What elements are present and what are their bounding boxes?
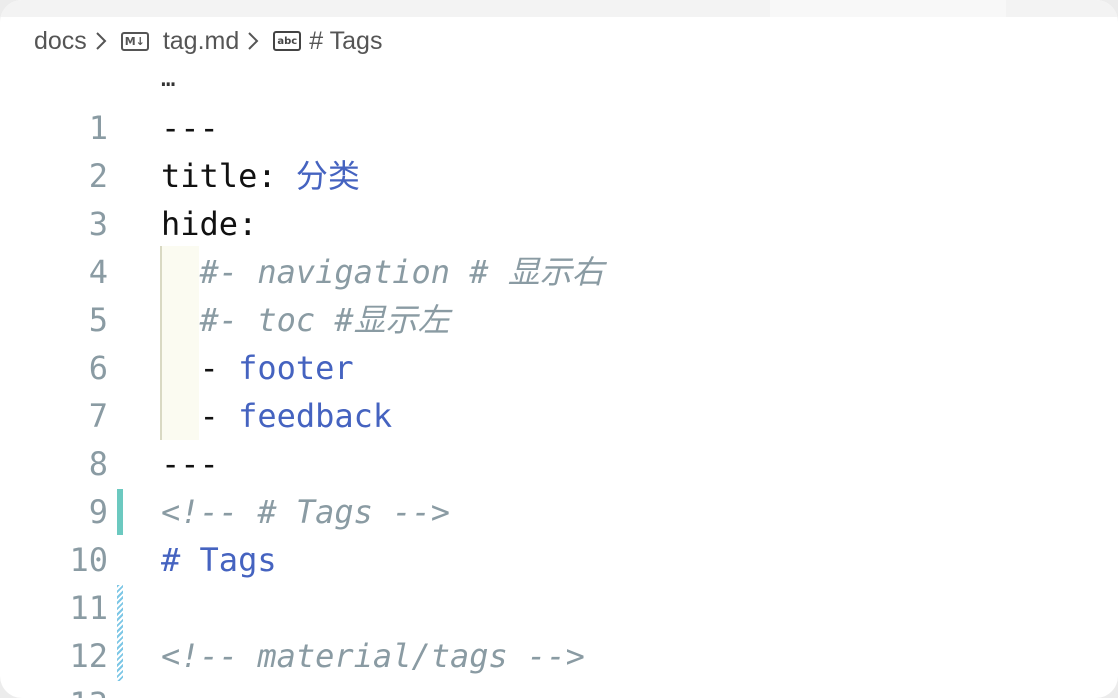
line-number: 5: [88, 301, 108, 339]
code-line[interactable]: 1 ---: [0, 104, 1118, 152]
code-token: <!-- # Tags -->: [161, 493, 450, 531]
code-token: #- toc #显示左: [161, 301, 450, 339]
code-token: # Tags: [161, 541, 277, 579]
line-content[interactable]: ---: [161, 440, 219, 488]
line-content[interactable]: #- navigation # 显示右: [161, 248, 604, 296]
code-token: ---: [161, 445, 219, 483]
code-line[interactable]: 8 ---: [0, 440, 1118, 488]
chevron-right-icon: [95, 24, 111, 58]
code-token: footer: [238, 349, 354, 387]
breadcrumb-symbol[interactable]: # Tags: [309, 27, 382, 56]
line-number: 8: [88, 445, 108, 483]
tab-strip: [0, 0, 1118, 17]
code-token: title:: [161, 157, 296, 195]
code-token: ---: [161, 109, 219, 147]
line-content[interactable]: <!-- material/tags -->: [161, 632, 585, 680]
line-number: 2: [88, 157, 108, 195]
code-line[interactable]: 12 <!-- material/tags -->: [0, 632, 1118, 680]
code-token: -: [161, 397, 239, 435]
code-token: -: [161, 349, 239, 387]
breadcrumb-file[interactable]: tag.md: [163, 27, 239, 56]
line-content[interactable]: ---: [161, 104, 219, 152]
code-token: #- navigation # 显示右: [161, 253, 604, 291]
line-content[interactable]: title: 分类: [161, 152, 360, 200]
editor-window: docs M↓ tag.md abc # Tags … 1 --- 2 title: …: [0, 0, 1118, 698]
string-symbol-icon: abc: [273, 31, 302, 51]
code-line[interactable]: 11: [0, 584, 1118, 632]
code-token: 分类: [295, 157, 360, 195]
line-content[interactable]: - footer: [161, 344, 354, 392]
code-line[interactable]: 7 - feedback: [0, 392, 1118, 440]
line-number: 6: [88, 349, 108, 387]
line-number: 9: [88, 493, 108, 531]
code-line[interactable]: 3 hide:: [0, 200, 1118, 248]
line-content[interactable]: #- toc #显示左: [161, 296, 450, 344]
line-number: 7: [88, 397, 108, 435]
code-token: <!-- material/tags -->: [161, 637, 585, 675]
line-content[interactable]: # Tags: [161, 536, 277, 584]
code-line[interactable]: 9 <!-- # Tags -->: [0, 488, 1118, 536]
line-number: 10: [69, 541, 108, 579]
line-number: 11: [69, 589, 108, 627]
line-number: 12: [69, 637, 108, 675]
code-line[interactable]: 5 #- toc #显示左: [0, 296, 1118, 344]
chevron-right-icon: [247, 24, 263, 58]
line-content[interactable]: <!-- # Tags -->: [161, 488, 450, 536]
breadcrumb-folder[interactable]: docs: [34, 27, 87, 56]
line-content[interactable]: - feedback: [161, 392, 393, 440]
code-line[interactable]: 10 # Tags: [0, 536, 1118, 584]
folded-region-marker[interactable]: …: [161, 64, 175, 92]
code-line[interactable]: 4 #- navigation # 显示右: [0, 248, 1118, 296]
code-line[interactable]: 2 title: 分类: [0, 152, 1118, 200]
line-number: 1: [88, 109, 108, 147]
code-line[interactable]: 13: [0, 680, 1118, 698]
markdown-icon: M↓: [120, 31, 149, 51]
active-tab[interactable]: [770, 0, 1006, 17]
breadcrumb: docs M↓ tag.md abc # Tags: [34, 24, 382, 58]
line-content[interactable]: hide:: [161, 200, 257, 248]
line-number: 13: [40, 680, 108, 698]
line-number: 3: [88, 205, 108, 243]
code-token: hide:: [161, 205, 258, 243]
code-token: feedback: [238, 397, 393, 435]
code-line[interactable]: 6 - footer: [0, 344, 1118, 392]
line-number: 4: [88, 253, 108, 291]
